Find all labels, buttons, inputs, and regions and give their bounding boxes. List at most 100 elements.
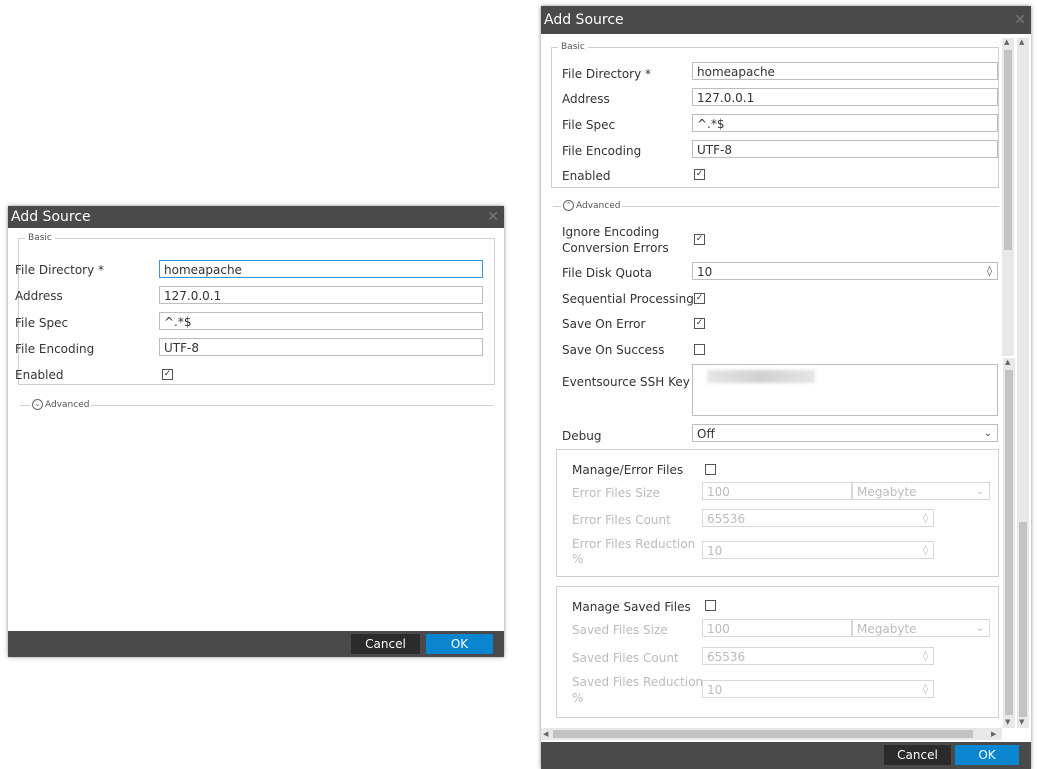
inner-scrollbar[interactable]: ▲ ▼	[1003, 358, 1015, 728]
right-scrollbar-thumb[interactable]	[1019, 522, 1027, 717]
horizontal-scrollbar-thumb[interactable]	[553, 730, 973, 738]
file-directory-input[interactable]: homeapache	[692, 62, 998, 80]
ignore-encoding-label-line2: Conversion Errors	[562, 241, 669, 255]
address-label: Address	[15, 289, 63, 303]
error-files-unit-select: Megabyte ⌄	[852, 482, 990, 500]
saved-files-size-label: Saved Files Size	[572, 623, 668, 637]
chevron-down-icon: ⌄	[32, 399, 43, 410]
dialog-title: Add Source	[11, 209, 91, 225]
chevron-down-icon: ⌄	[983, 428, 992, 439]
error-files-reduction-label-line2: %	[572, 552, 584, 566]
saved-files-reduction-label-line1: Saved Files Reduction	[572, 675, 704, 689]
cancel-button[interactable]: Cancel	[351, 634, 420, 654]
error-files-count-value: 65536	[707, 512, 746, 526]
saved-files-count-value: 65536	[707, 650, 746, 664]
scroll-up-icon[interactable]: ▲	[1005, 358, 1010, 366]
file-spec-label: File Spec	[15, 316, 69, 330]
file-spec-input[interactable]: ^.*$	[159, 312, 483, 330]
ok-button[interactable]: OK	[426, 634, 493, 654]
error-files-reduction-label-line1: Error Files Reduction	[572, 537, 696, 551]
file-spec-label: File Spec	[562, 118, 616, 132]
debug-label: Debug	[562, 429, 602, 443]
dialog-titlebar[interactable]: Add Source ✕	[541, 6, 1031, 34]
scroll-right-icon[interactable]: ▶	[991, 730, 996, 738]
scroll-up-icon[interactable]: ▲	[1004, 38, 1009, 46]
scroll-down-icon[interactable]: ▼	[1005, 718, 1010, 726]
basic-section: Basic	[18, 233, 495, 385]
advanced-toggle[interactable]: ⌄ Advanced	[30, 399, 92, 410]
advanced-toggle[interactable]: ⌃ Advanced	[561, 200, 623, 211]
spinner-icon: ◊	[923, 513, 928, 524]
address-input[interactable]: 127.0.0.1	[159, 286, 483, 304]
file-encoding-label: File Encoding	[15, 342, 95, 356]
right-scrollbar[interactable]: ▲ ▼	[1017, 38, 1029, 728]
cancel-button[interactable]: Cancel	[884, 745, 951, 765]
close-icon[interactable]: ✕	[1014, 6, 1026, 34]
manage-saved-files-checkbox[interactable]	[705, 600, 716, 611]
add-source-dialog-collapsed: Add Source ✕ Basic File Directory * home…	[8, 206, 504, 657]
spinner-icon[interactable]: ◊	[987, 263, 992, 281]
basic-legend: Basic	[561, 42, 585, 52]
debug-value: Off	[697, 427, 715, 441]
outer-scrollbar[interactable]: ▲	[1002, 38, 1014, 356]
chevron-down-icon: ⌄	[975, 486, 984, 497]
debug-select[interactable]: Off ⌄	[692, 424, 998, 442]
saved-files-reduction-label-line2: %	[572, 691, 584, 705]
spinner-icon: ◊	[923, 651, 928, 662]
advanced-legend: Advanced	[576, 201, 621, 211]
error-files-size-input: 100	[702, 482, 852, 500]
file-encoding-input[interactable]: UTF-8	[692, 140, 998, 158]
saved-files-count-label: Saved Files Count	[572, 651, 679, 665]
chevron-down-icon: ⌄	[975, 623, 984, 634]
file-disk-quota-value: 10	[697, 265, 713, 279]
address-input[interactable]: 127.0.0.1	[692, 88, 998, 106]
error-files-count-label: Error Files Count	[572, 513, 671, 527]
saved-files-size-input: 100	[702, 619, 852, 637]
enabled-checkbox[interactable]: ✓	[694, 169, 705, 180]
scroll-down-icon[interactable]: ▼	[1019, 718, 1024, 726]
file-spec-input[interactable]: ^.*$	[692, 114, 998, 132]
save-on-error-checkbox[interactable]: ✓	[694, 318, 705, 329]
sequential-processing-checkbox[interactable]: ✓	[694, 293, 705, 304]
save-on-success-label: Save On Success	[562, 343, 665, 357]
saved-files-reduction-input: 10 ◊	[702, 680, 934, 698]
file-directory-input[interactable]: homeapache	[159, 260, 483, 278]
saved-files-reduction-value: 10	[707, 683, 723, 697]
basic-legend: Basic	[28, 233, 52, 243]
saved-files-count-input: 65536 ◊	[702, 647, 934, 665]
dialog-titlebar[interactable]: Add Source ✕	[8, 206, 504, 228]
save-on-success-checkbox[interactable]	[694, 344, 705, 355]
horizontal-scrollbar[interactable]: ◀ ▶	[541, 728, 1002, 740]
eventsource-ssh-key-label: Eventsource SSH Key	[562, 375, 690, 389]
ignore-encoding-label-line1: Ignore Encoding	[562, 225, 660, 239]
manage-saved-files-label: Manage Saved Files	[572, 600, 691, 614]
manage-error-files-checkbox[interactable]	[705, 464, 716, 475]
enabled-checkbox[interactable]: ✓	[162, 369, 173, 380]
ok-button[interactable]: OK	[955, 745, 1019, 765]
scroll-up-icon[interactable]: ▲	[1019, 38, 1024, 46]
inner-scrollbar-thumb[interactable]	[1005, 370, 1013, 715]
sequential-processing-label: Sequential Processing	[562, 292, 694, 306]
scroll-left-icon[interactable]: ◀	[543, 730, 548, 738]
outer-scrollbar-thumb[interactable]	[1004, 50, 1012, 250]
file-encoding-label: File Encoding	[562, 144, 642, 158]
dialog-title: Add Source	[544, 12, 624, 28]
add-source-dialog-expanded: Add Source ✕ Basic File Directory * home…	[541, 6, 1031, 769]
error-files-unit-value: Megabyte	[857, 485, 917, 499]
error-files-count-input: 65536 ◊	[702, 509, 934, 527]
eventsource-ssh-key-textarea[interactable]	[692, 364, 998, 416]
spinner-icon: ◊	[923, 684, 928, 695]
error-files-reduction-input: 10 ◊	[702, 541, 934, 559]
file-disk-quota-input[interactable]: 10 ◊	[692, 262, 998, 280]
advanced-label: Advanced	[45, 400, 90, 410]
file-encoding-input[interactable]: UTF-8	[159, 338, 483, 356]
file-directory-label: File Directory *	[15, 263, 105, 277]
ignore-encoding-checkbox[interactable]: ✓	[694, 234, 705, 245]
save-on-error-label: Save On Error	[562, 317, 646, 331]
enabled-label: Enabled	[562, 169, 611, 183]
enabled-label: Enabled	[15, 368, 64, 382]
close-icon[interactable]: ✕	[487, 206, 499, 228]
spinner-icon: ◊	[923, 545, 928, 556]
error-files-size-label: Error Files Size	[572, 486, 660, 500]
error-files-reduction-value: 10	[707, 544, 723, 558]
